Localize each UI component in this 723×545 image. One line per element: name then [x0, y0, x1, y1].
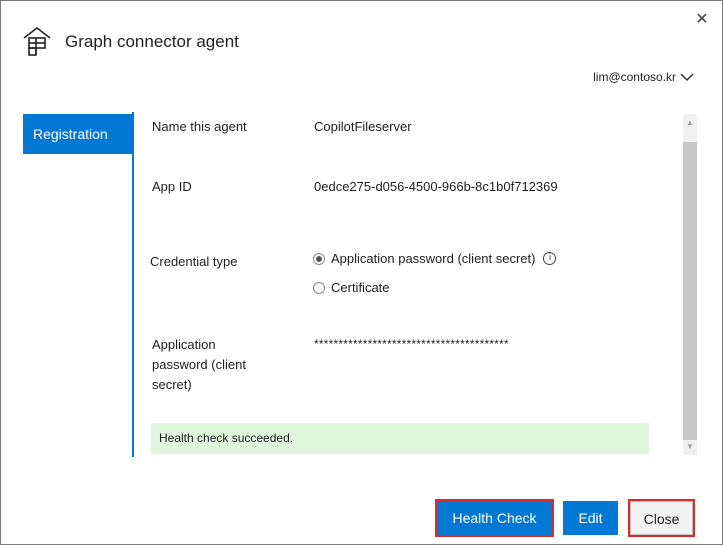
nav-divider	[132, 112, 134, 457]
chevron-down-icon	[680, 73, 694, 82]
tab-registration[interactable]: Registration	[23, 114, 134, 154]
scrollbar-thumb[interactable]	[683, 142, 697, 440]
radio-button[interactable]	[313, 281, 325, 294]
radio-certificate[interactable]: Certificate	[313, 280, 390, 295]
password-label-line: Application	[152, 337, 216, 352]
info-icon[interactable]: i	[543, 252, 557, 265]
window-title: Graph connector agent	[65, 32, 239, 51]
account-email: lim@contoso.kr	[593, 70, 676, 84]
dialog-window: ✕ Graph connector agent lim@contoso.kr R…	[0, 0, 723, 545]
account-switcher[interactable]: lim@contoso.kr	[593, 70, 694, 84]
graph-connector-icon	[23, 26, 51, 56]
close-button[interactable]: Close	[628, 499, 695, 537]
radio-button-selected[interactable]	[313, 252, 325, 265]
password-label: Application password (client secret)	[152, 335, 246, 395]
password-label-line: secret)	[152, 377, 192, 392]
health-status-banner: Health check succeeded.	[151, 423, 649, 454]
close-icon[interactable]: ✕	[691, 9, 713, 31]
password-label-line: password (client	[152, 357, 246, 372]
password-value: ****************************************	[314, 337, 509, 351]
radio-certificate-label: Certificate	[331, 280, 390, 295]
radio-client-secret-label: Application password (client secret)	[331, 251, 536, 266]
edit-button[interactable]: Edit	[563, 501, 618, 535]
health-check-button[interactable]: Health Check	[435, 499, 554, 537]
agent-name-value: CopilotFileserver	[314, 119, 412, 134]
app-id-value: 0edce275-d056-4500-966b-8c1b0f712369	[314, 179, 558, 194]
agent-name-label: Name this agent	[152, 119, 247, 134]
credential-type-label: Credential type	[150, 254, 238, 269]
scroll-up-icon[interactable]: ▲	[683, 117, 697, 129]
radio-client-secret[interactable]: Application password (client secret) i	[313, 251, 557, 266]
scroll-down-icon[interactable]: ▼	[683, 441, 697, 453]
app-id-label: App ID	[152, 179, 192, 194]
